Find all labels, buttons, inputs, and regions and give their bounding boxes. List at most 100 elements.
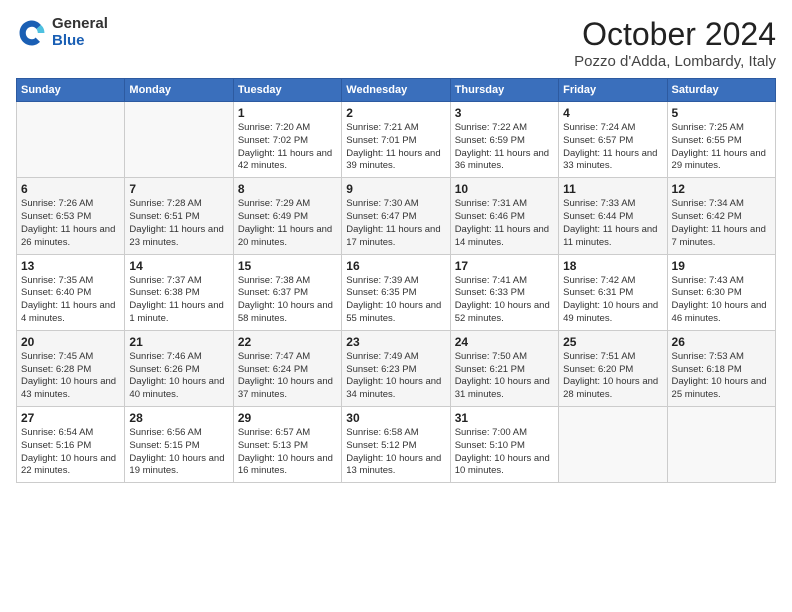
day-number: 5: [672, 106, 771, 120]
day-number: 28: [129, 411, 228, 425]
day-number: 19: [672, 259, 771, 273]
day-number: 17: [455, 259, 554, 273]
day-number: 26: [672, 335, 771, 349]
day-info: Sunrise: 6:56 AM Sunset: 5:15 PM Dayligh…: [129, 427, 228, 478]
day-number: 29: [238, 411, 337, 425]
day-info: Sunrise: 7:42 AM Sunset: 6:31 PM Dayligh…: [563, 275, 662, 326]
calendar-day-cell: 18 Sunrise: 7:42 AM Sunset: 6:31 PM Dayli…: [559, 254, 667, 330]
day-number: 21: [129, 335, 228, 349]
day-info: Sunrise: 7:30 AM Sunset: 6:47 PM Dayligh…: [346, 198, 445, 249]
calendar-day-cell: 9 Sunrise: 7:30 AM Sunset: 6:47 PM Daylig…: [342, 178, 450, 254]
logo-blue-text: Blue: [52, 33, 108, 50]
calendar-day-cell: 21 Sunrise: 7:46 AM Sunset: 6:26 PM Dayli…: [125, 330, 233, 406]
day-number: 23: [346, 335, 445, 349]
day-info: Sunrise: 7:37 AM Sunset: 6:38 PM Dayligh…: [129, 275, 228, 326]
calendar-day-cell: [559, 407, 667, 483]
calendar-day-cell: [667, 407, 775, 483]
day-number: 4: [563, 106, 662, 120]
calendar-day-cell: 17 Sunrise: 7:41 AM Sunset: 6:33 PM Dayli…: [450, 254, 558, 330]
calendar-day-cell: 26Sunrise: 7:53 AM Sunset: 6:18 PM Dayli…: [667, 330, 775, 406]
day-number: 16: [346, 259, 445, 273]
calendar-day-cell: 11 Sunrise: 7:33 AM Sunset: 6:44 PM Dayli…: [559, 178, 667, 254]
day-info: Sunrise: 7:39 AM Sunset: 6:35 PM Dayligh…: [346, 275, 445, 326]
day-info: Sunrise: 7:41 AM Sunset: 6:33 PM Dayligh…: [455, 275, 554, 326]
day-number: 7: [129, 182, 228, 196]
day-number: 8: [238, 182, 337, 196]
day-number: 27: [21, 411, 120, 425]
calendar-day-cell: 16 Sunrise: 7:39 AM Sunset: 6:35 PM Dayli…: [342, 254, 450, 330]
calendar-day-cell: [17, 102, 125, 178]
day-info: Sunrise: 7:26 AM Sunset: 6:53 PM Dayligh…: [21, 198, 120, 249]
day-number: 25: [563, 335, 662, 349]
calendar-day-cell: 10Sunrise: 7:31 AM Sunset: 6:46 PM Dayli…: [450, 178, 558, 254]
calendar-day-cell: 19 Sunrise: 7:43 AM Sunset: 6:30 PM Dayli…: [667, 254, 775, 330]
logo-general-text: General: [52, 16, 108, 33]
month-title: October 2024: [574, 16, 776, 53]
day-info: Sunrise: 6:57 AM Sunset: 5:13 PM Dayligh…: [238, 427, 337, 478]
logo-icon: [16, 17, 48, 49]
day-info: Sunrise: 7:29 AM Sunset: 6:49 PM Dayligh…: [238, 198, 337, 249]
day-info: Sunrise: 6:54 AM Sunset: 5:16 PM Dayligh…: [21, 427, 120, 478]
calendar-week-row: 13 Sunrise: 7:35 AM Sunset: 6:40 PM Dayli…: [17, 254, 776, 330]
day-info: Sunrise: 7:20 AM Sunset: 7:02 PM Dayligh…: [238, 122, 337, 173]
day-info: Sunrise: 7:47 AM Sunset: 6:24 PM Dayligh…: [238, 351, 337, 402]
weekday-header-cell: Wednesday: [342, 79, 450, 102]
day-number: 13: [21, 259, 120, 273]
weekday-header-row: SundayMondayTuesdayWednesdayThursdayFrid…: [17, 79, 776, 102]
day-info: Sunrise: 7:51 AM Sunset: 6:20 PM Dayligh…: [563, 351, 662, 402]
calendar-day-cell: 5Sunrise: 7:25 AM Sunset: 6:55 PM Daylig…: [667, 102, 775, 178]
calendar-body: 1Sunrise: 7:20 AM Sunset: 7:02 PM Daylig…: [17, 102, 776, 483]
weekday-header-cell: Monday: [125, 79, 233, 102]
calendar-day-cell: 24 Sunrise: 7:50 AM Sunset: 6:21 PM Dayli…: [450, 330, 558, 406]
day-number: 31: [455, 411, 554, 425]
calendar-day-cell: 27 Sunrise: 6:54 AM Sunset: 5:16 PM Dayli…: [17, 407, 125, 483]
day-number: 6: [21, 182, 120, 196]
calendar-table: SundayMondayTuesdayWednesdayThursdayFrid…: [16, 78, 776, 483]
calendar-day-cell: 8 Sunrise: 7:29 AM Sunset: 6:49 PM Daylig…: [233, 178, 341, 254]
day-info: Sunrise: 7:43 AM Sunset: 6:30 PM Dayligh…: [672, 275, 771, 326]
day-info: Sunrise: 7:38 AM Sunset: 6:37 PM Dayligh…: [238, 275, 337, 326]
calendar-day-cell: 15 Sunrise: 7:38 AM Sunset: 6:37 PM Dayli…: [233, 254, 341, 330]
day-info: Sunrise: 7:24 AM Sunset: 6:57 PM Dayligh…: [563, 122, 662, 173]
day-number: 24: [455, 335, 554, 349]
calendar-day-cell: 22 Sunrise: 7:47 AM Sunset: 6:24 PM Dayli…: [233, 330, 341, 406]
calendar-day-cell: 20Sunrise: 7:45 AM Sunset: 6:28 PM Dayli…: [17, 330, 125, 406]
day-info: Sunrise: 7:28 AM Sunset: 6:51 PM Dayligh…: [129, 198, 228, 249]
calendar-day-cell: 23 Sunrise: 7:49 AM Sunset: 6:23 PM Dayli…: [342, 330, 450, 406]
day-info: Sunrise: 7:49 AM Sunset: 6:23 PM Dayligh…: [346, 351, 445, 402]
day-info: Sunrise: 7:21 AM Sunset: 7:01 PM Dayligh…: [346, 122, 445, 173]
day-number: 3: [455, 106, 554, 120]
day-info: Sunrise: 7:34 AM Sunset: 6:42 PM Dayligh…: [672, 198, 771, 249]
weekday-header-cell: Tuesday: [233, 79, 341, 102]
weekday-header-cell: Friday: [559, 79, 667, 102]
calendar-week-row: 6 Sunrise: 7:26 AM Sunset: 6:53 PM Daylig…: [17, 178, 776, 254]
logo: General Blue: [16, 16, 108, 49]
calendar-day-cell: 30Sunrise: 6:58 AM Sunset: 5:12 PM Dayli…: [342, 407, 450, 483]
calendar-day-cell: 29 Sunrise: 6:57 AM Sunset: 5:13 PM Dayli…: [233, 407, 341, 483]
calendar-week-row: 27 Sunrise: 6:54 AM Sunset: 5:16 PM Dayli…: [17, 407, 776, 483]
day-info: Sunrise: 7:46 AM Sunset: 6:26 PM Dayligh…: [129, 351, 228, 402]
day-number: 22: [238, 335, 337, 349]
day-number: 30: [346, 411, 445, 425]
day-number: 10: [455, 182, 554, 196]
weekday-header-cell: Sunday: [17, 79, 125, 102]
day-info: Sunrise: 7:33 AM Sunset: 6:44 PM Dayligh…: [563, 198, 662, 249]
weekday-header-cell: Thursday: [450, 79, 558, 102]
calendar-day-cell: 4 Sunrise: 7:24 AM Sunset: 6:57 PM Daylig…: [559, 102, 667, 178]
day-number: 15: [238, 259, 337, 273]
day-number: 14: [129, 259, 228, 273]
calendar-day-cell: 31 Sunrise: 7:00 AM Sunset: 5:10 PM Dayli…: [450, 407, 558, 483]
day-info: Sunrise: 7:50 AM Sunset: 6:21 PM Dayligh…: [455, 351, 554, 402]
calendar-day-cell: 3Sunrise: 7:22 AM Sunset: 6:59 PM Daylig…: [450, 102, 558, 178]
day-info: Sunrise: 7:35 AM Sunset: 6:40 PM Dayligh…: [21, 275, 120, 326]
day-number: 2: [346, 106, 445, 120]
day-number: 9: [346, 182, 445, 196]
day-info: Sunrise: 7:00 AM Sunset: 5:10 PM Dayligh…: [455, 427, 554, 478]
day-number: 18: [563, 259, 662, 273]
calendar-day-cell: 6 Sunrise: 7:26 AM Sunset: 6:53 PM Daylig…: [17, 178, 125, 254]
day-number: 11: [563, 182, 662, 196]
calendar-day-cell: 1Sunrise: 7:20 AM Sunset: 7:02 PM Daylig…: [233, 102, 341, 178]
location-title: Pozzo d'Adda, Lombardy, Italy: [574, 53, 776, 70]
title-section: October 2024 Pozzo d'Adda, Lombardy, Ita…: [574, 16, 776, 70]
calendar-day-cell: 2 Sunrise: 7:21 AM Sunset: 7:01 PM Daylig…: [342, 102, 450, 178]
